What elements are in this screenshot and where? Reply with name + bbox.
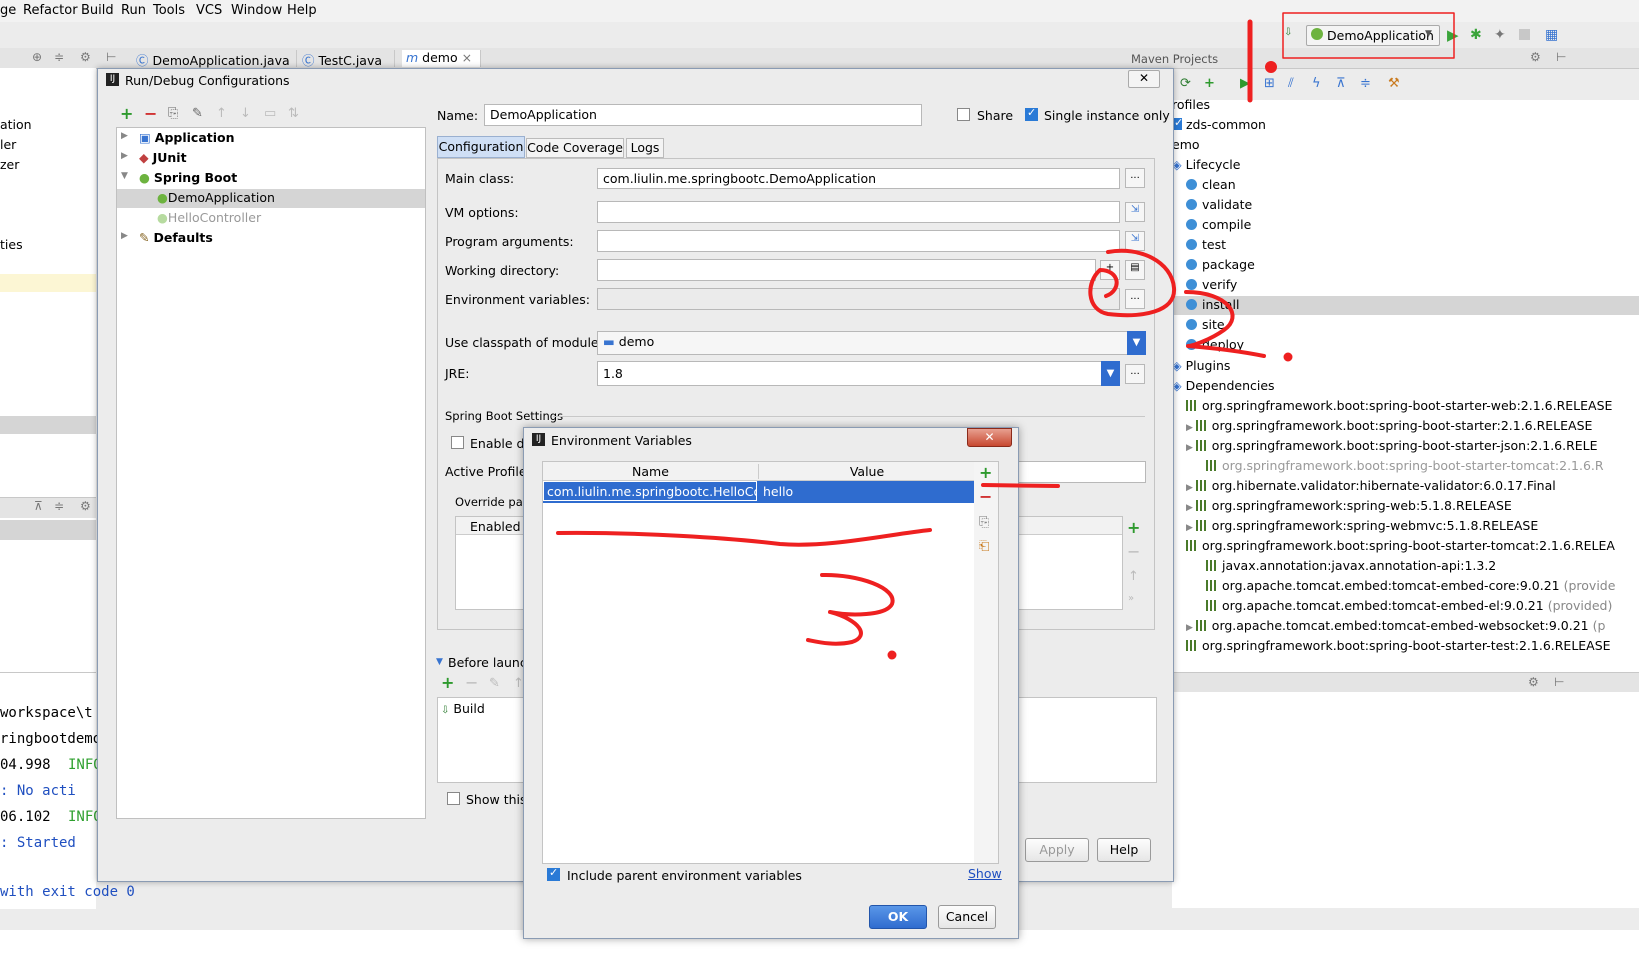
annotation-dot	[887, 650, 897, 660]
annotation-dot	[1283, 352, 1293, 362]
annotation-digit-three	[806, 572, 895, 646]
annotation-overlay	[556, 12, 1455, 660]
annotation-circle-env	[1088, 248, 1177, 318]
run-config-highlight	[1282, 12, 1455, 59]
annotation-digit-two	[1184, 290, 1266, 358]
annotation-dot	[1265, 61, 1277, 73]
annotation-underline-row	[556, 528, 932, 547]
annotation-underline	[981, 483, 1060, 488]
